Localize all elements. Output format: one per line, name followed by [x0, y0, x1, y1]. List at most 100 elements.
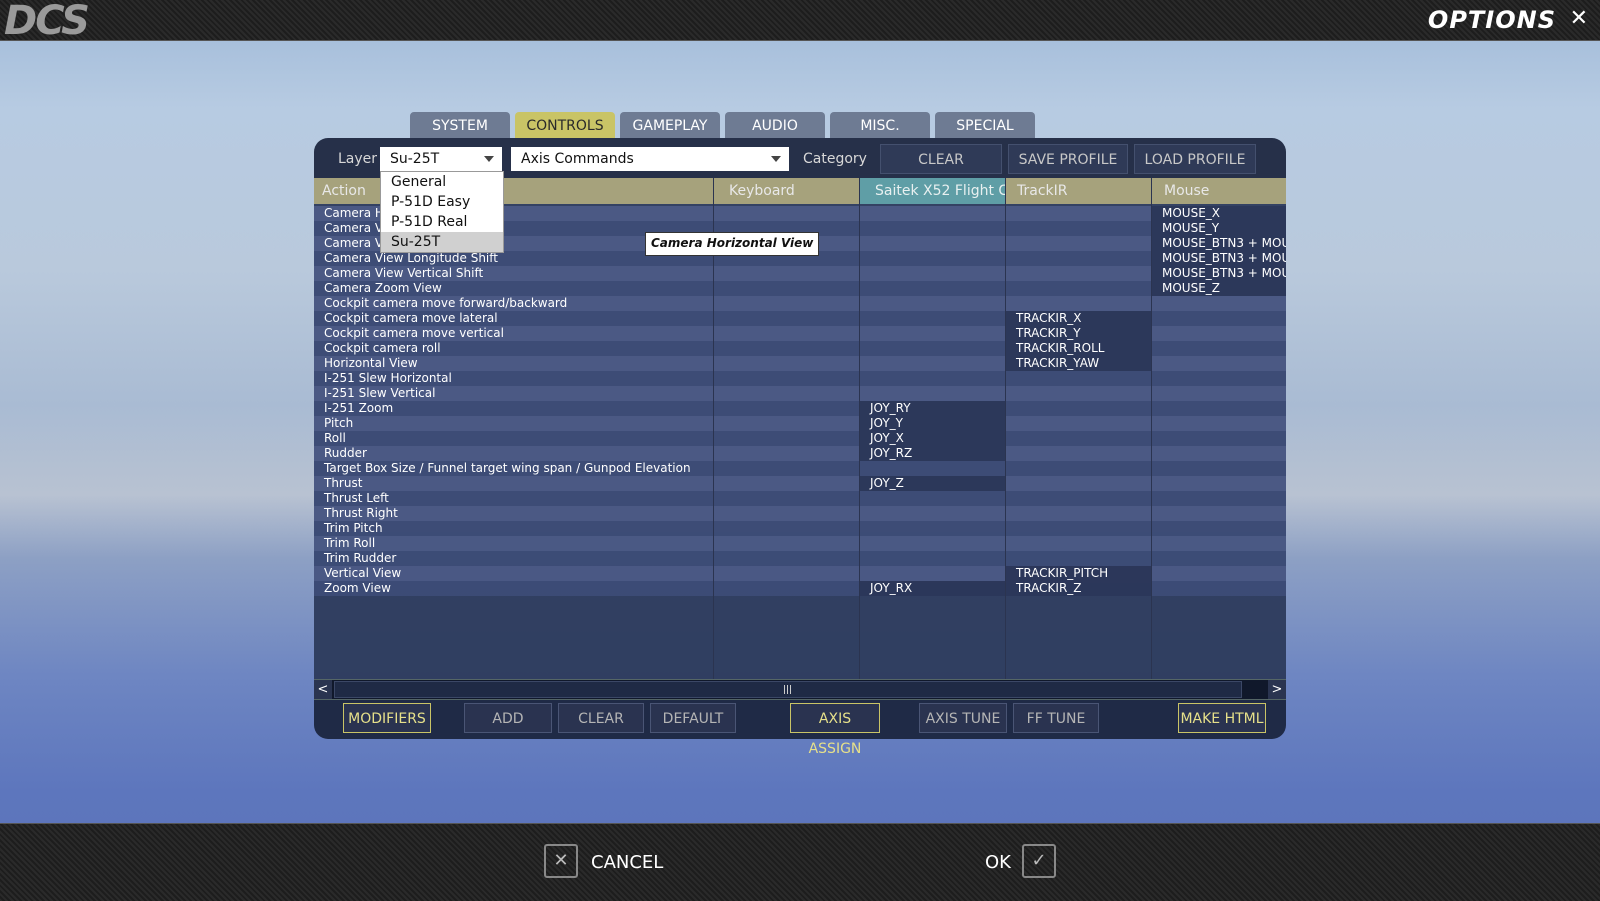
mouse-cell[interactable]: MOUSE_BTN3 + MOUS [1152, 266, 1286, 281]
saitek-cell[interactable]: JOY_Z [860, 476, 1005, 491]
table-row[interactable]: Camera View Vertical Shift [314, 266, 713, 281]
trackir-cell[interactable] [1006, 371, 1151, 386]
layer-option-su25t[interactable]: Su-25T [381, 232, 503, 252]
table-row[interactable]: I-251 Zoom [314, 401, 713, 416]
table-row[interactable]: Zoom View [314, 581, 713, 596]
clear-button[interactable]: CLEAR [558, 703, 644, 733]
trackir-cell[interactable]: TRACKIR_Y [1006, 326, 1151, 341]
keyboard-cell[interactable] [714, 521, 859, 536]
table-row[interactable]: Trim Roll [314, 536, 713, 551]
saitek-cell[interactable] [860, 521, 1005, 536]
add-button[interactable]: ADD [464, 703, 552, 733]
mouse-cell[interactable] [1152, 491, 1286, 506]
mouse-cell[interactable] [1152, 431, 1286, 446]
saitek-cell[interactable] [860, 236, 1005, 251]
mouse-cell[interactable]: MOUSE_BTN3 + MOUS [1152, 251, 1286, 266]
tab-system[interactable]: SYSTEM [410, 112, 510, 138]
horizontal-scrollbar[interactable]: < > [314, 679, 1286, 700]
tab-audio[interactable]: AUDIO [725, 112, 825, 138]
mouse-cell[interactable] [1152, 506, 1286, 521]
table-row[interactable]: Thrust Left [314, 491, 713, 506]
mouse-cell[interactable] [1152, 551, 1286, 566]
mouse-cell[interactable] [1152, 416, 1286, 431]
table-row[interactable]: Roll [314, 431, 713, 446]
axis-tune-button[interactable]: AXIS TUNE [919, 703, 1007, 733]
table-row[interactable]: Thrust Right [314, 506, 713, 521]
tab-controls[interactable]: CONTROLS [515, 112, 615, 138]
save-profile-as-button[interactable]: SAVE PROFILE AS [1008, 144, 1128, 198]
keyboard-cell[interactable] [714, 266, 859, 281]
mouse-cell[interactable] [1152, 386, 1286, 401]
column-header-saitek[interactable]: Saitek X52 Flight Co [860, 178, 1005, 204]
trackir-cell[interactable]: TRACKIR_YAW [1006, 356, 1151, 371]
mouse-cell[interactable] [1152, 536, 1286, 551]
keyboard-cell[interactable] [714, 281, 859, 296]
table-row[interactable]: Horizontal View [314, 356, 713, 371]
mouse-cell[interactable] [1152, 356, 1286, 371]
trackir-cell[interactable] [1006, 461, 1151, 476]
keyboard-cell[interactable] [714, 506, 859, 521]
saitek-cell[interactable] [860, 266, 1005, 281]
saitek-cell[interactable] [860, 536, 1005, 551]
axis-assign-button[interactable]: AXIS ASSIGN [790, 703, 880, 757]
cancel-button[interactable]: CANCEL [591, 852, 663, 873]
commands-dropdown[interactable]: Axis Commands [511, 147, 789, 171]
keyboard-cell[interactable] [714, 581, 859, 596]
keyboard-cell[interactable] [714, 491, 859, 506]
table-row[interactable]: Cockpit camera move vertical [314, 326, 713, 341]
mouse-cell[interactable] [1152, 521, 1286, 536]
scroll-right-icon[interactable]: > [1268, 680, 1286, 699]
mouse-cell[interactable] [1152, 311, 1286, 326]
layer-dropdown[interactable]: Su-25T [380, 147, 502, 171]
saitek-cell[interactable]: JOY_RZ [860, 446, 1005, 461]
mouse-cell[interactable] [1152, 566, 1286, 581]
keyboard-cell[interactable] [714, 206, 859, 221]
trackir-cell[interactable] [1006, 536, 1151, 551]
trackir-cell[interactable] [1006, 266, 1151, 281]
trackir-cell[interactable] [1006, 236, 1151, 251]
keyboard-cell[interactable] [714, 566, 859, 581]
saitek-cell[interactable] [860, 491, 1005, 506]
keyboard-cell[interactable] [714, 326, 859, 341]
saitek-cell[interactable]: JOY_X [860, 431, 1005, 446]
make-html-button[interactable]: MAKE HTML [1178, 703, 1266, 733]
table-row[interactable]: Thrust [314, 476, 713, 491]
trackir-cell[interactable]: TRACKIR_PITCH [1006, 566, 1151, 581]
trackir-cell[interactable]: TRACKIR_ROLL [1006, 341, 1151, 356]
saitek-cell[interactable] [860, 251, 1005, 266]
trackir-cell[interactable] [1006, 491, 1151, 506]
keyboard-cell[interactable] [714, 386, 859, 401]
trackir-cell[interactable] [1006, 401, 1151, 416]
trackir-cell[interactable] [1006, 296, 1151, 311]
table-row[interactable]: Vertical View [314, 566, 713, 581]
keyboard-cell[interactable] [714, 536, 859, 551]
scroll-left-icon[interactable]: < [314, 680, 332, 699]
trackir-cell[interactable] [1006, 551, 1151, 566]
keyboard-cell[interactable] [714, 371, 859, 386]
saitek-cell[interactable] [860, 221, 1005, 236]
table-row[interactable]: Camera H [314, 206, 713, 221]
keyboard-cell[interactable] [714, 551, 859, 566]
close-icon[interactable]: ✕ [1570, 6, 1588, 32]
mouse-cell[interactable] [1152, 326, 1286, 341]
table-row[interactable]: Pitch [314, 416, 713, 431]
column-header-keyboard[interactable]: Keyboard [714, 178, 859, 204]
saitek-cell[interactable]: JOY_RY [860, 401, 1005, 416]
checkmark-icon[interactable]: ✓ [1022, 844, 1056, 878]
keyboard-cell[interactable] [714, 341, 859, 356]
trackir-cell[interactable] [1006, 431, 1151, 446]
trackir-cell[interactable] [1006, 476, 1151, 491]
mouse-cell[interactable]: MOUSE_X [1152, 206, 1286, 221]
trackir-cell[interactable] [1006, 206, 1151, 221]
trackir-cell[interactable] [1006, 221, 1151, 236]
saitek-cell[interactable] [860, 461, 1005, 476]
mouse-cell[interactable] [1152, 446, 1286, 461]
mouse-cell[interactable] [1152, 341, 1286, 356]
table-row[interactable]: Trim Rudder [314, 551, 713, 566]
tab-gameplay[interactable]: GAMEPLAY [620, 112, 720, 138]
load-profile-button[interactable]: LOAD PROFILE [1134, 144, 1256, 174]
column-header-mouse[interactable]: Mouse [1152, 178, 1286, 204]
scrollbar-thumb[interactable] [334, 681, 1242, 698]
table-row[interactable]: Camera Zoom View [314, 281, 713, 296]
saitek-cell[interactable] [860, 506, 1005, 521]
